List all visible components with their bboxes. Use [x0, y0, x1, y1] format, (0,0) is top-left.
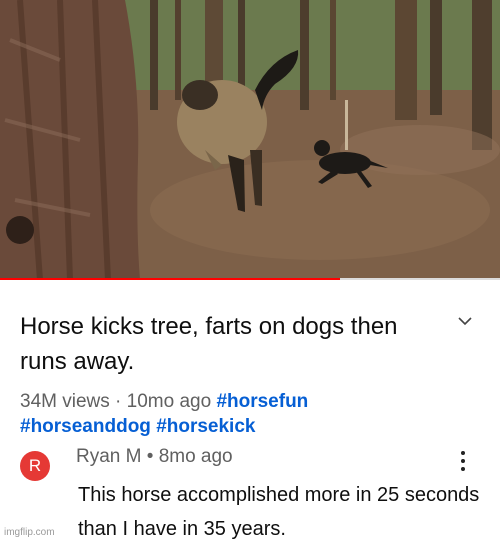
- video-player[interactable]: [0, 0, 500, 280]
- comment-age: 8mo ago: [158, 446, 233, 467]
- comment-dot: •: [146, 446, 154, 467]
- comment-author[interactable]: Ryan M: [76, 446, 141, 467]
- more-vertical-icon[interactable]: [460, 451, 466, 475]
- watermark: imgflip.com: [4, 527, 55, 538]
- chevron-down-icon[interactable]: [455, 314, 475, 328]
- comment-header: Ryan M • 8mo ago: [76, 446, 233, 468]
- hashtag-link[interactable]: #horseanddog: [20, 416, 151, 437]
- video-title: Horse kicks tree, farts on dogs then run…: [20, 313, 398, 375]
- video-progress-bar[interactable]: [0, 278, 500, 280]
- avatar[interactable]: R: [20, 451, 50, 481]
- video-meta: 34M views · 10mo ago #horsefun #horseand…: [20, 389, 480, 439]
- video-progress-fill: [0, 278, 340, 280]
- video-frame-image: [0, 0, 500, 280]
- view-count: 34M views: [20, 391, 110, 412]
- hashtag-link[interactable]: #horsefun: [216, 391, 308, 412]
- meta-separator: ·: [115, 391, 122, 412]
- comment-text: This horse accomplished more in 25 secon…: [78, 484, 480, 540]
- upload-age: 10mo ago: [126, 391, 212, 412]
- hashtag-link[interactable]: #horsekick: [156, 416, 255, 437]
